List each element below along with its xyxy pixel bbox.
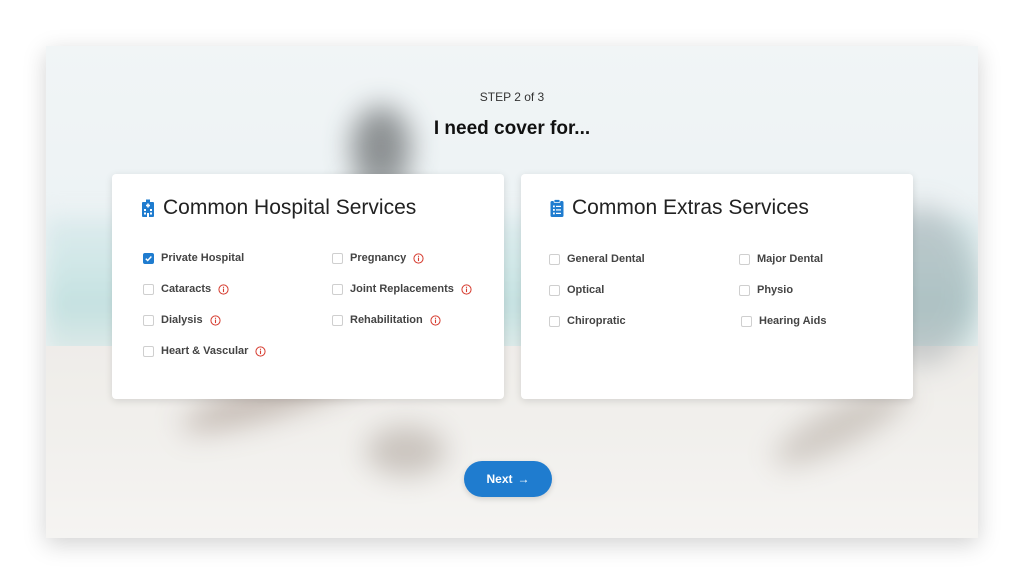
option-label: Pregnancy	[350, 252, 407, 264]
option-private-hospital[interactable]: Private Hospital	[143, 252, 244, 264]
option-joint-replacements[interactable]: Joint Replacements	[332, 283, 472, 295]
option-heart-vascular[interactable]: Heart & Vascular	[143, 345, 267, 357]
checkbox-dialysis[interactable]	[143, 314, 154, 326]
arrow-right-icon: →	[517, 472, 530, 486]
hospital-services-card: Common Hospital Services Private Hospita…	[112, 174, 504, 399]
option-optical[interactable]: Optical	[549, 284, 604, 296]
info-circle-icon[interactable]	[210, 314, 221, 326]
info-circle-icon[interactable]	[461, 283, 472, 295]
checkbox-hearing-aids[interactable]	[741, 315, 752, 327]
hospital-card-title-text: Common Hospital Services	[163, 196, 417, 219]
option-physio[interactable]: Physio	[739, 284, 793, 296]
option-major-dental[interactable]: Major Dental	[739, 253, 823, 265]
option-dialysis[interactable]: Dialysis	[143, 314, 221, 326]
extras-card-title-text: Common Extras Services	[572, 196, 809, 219]
checkbox-major-dental[interactable]	[739, 253, 750, 265]
info-circle-icon[interactable]	[430, 314, 441, 326]
checkbox-optical[interactable]	[549, 284, 560, 296]
option-label: Optical	[567, 284, 605, 296]
info-circle-icon[interactable]	[413, 252, 424, 264]
checkbox-chiropratic[interactable]	[549, 315, 560, 327]
checkbox-rehabilitation[interactable]	[332, 314, 343, 326]
option-label: Hearing Aids	[759, 315, 827, 327]
check-icon	[145, 255, 152, 262]
info-circle-icon[interactable]	[218, 283, 229, 295]
option-cataracts[interactable]: Cataracts	[143, 283, 229, 295]
next-button[interactable]: Next →	[464, 461, 552, 497]
checkbox-physio[interactable]	[739, 284, 750, 296]
checkbox-joint-replacements[interactable]	[332, 283, 343, 295]
hospital-card-title: Common Hospital Services	[139, 196, 416, 220]
checkbox-pregnancy[interactable]	[332, 252, 343, 264]
option-label: Joint Replacements	[350, 283, 454, 295]
checkbox-heart-vascular[interactable]	[143, 345, 154, 357]
option-label: Dialysis	[161, 314, 203, 326]
option-label: Chiropratic	[567, 315, 626, 327]
step-indicator: STEP 2 of 3	[479, 90, 545, 104]
info-circle-icon[interactable]	[255, 345, 267, 357]
extras-card-title: Common Extras Services	[548, 196, 809, 220]
option-label: Rehabilitation	[350, 314, 423, 326]
checkbox-private-hospital[interactable]	[143, 252, 154, 264]
option-hearing-aids[interactable]: Hearing Aids	[741, 315, 826, 327]
option-rehabilitation[interactable]: Rehabilitation	[332, 314, 441, 326]
hero-frame: STEP 2 of 3 I need cover for... Common H…	[46, 46, 978, 538]
next-button-label: Next	[486, 472, 513, 486]
extras-services-card: Common Extras Services General Dental Ma…	[521, 174, 913, 399]
option-general-dental[interactable]: General Dental	[549, 253, 645, 265]
checkbox-general-dental[interactable]	[549, 253, 560, 265]
clipboard-list-icon	[548, 199, 566, 217]
option-label: Private Hospital	[161, 252, 245, 264]
page-title: I need cover for...	[433, 118, 591, 139]
option-label: Cataracts	[161, 283, 212, 295]
option-label: General Dental	[567, 253, 645, 265]
checkbox-cataracts[interactable]	[143, 283, 154, 295]
option-chiropratic[interactable]: Chiropratic	[549, 315, 626, 327]
option-label: Physio	[757, 284, 794, 296]
option-pregnancy[interactable]: Pregnancy	[332, 252, 424, 264]
option-label: Major Dental	[757, 253, 824, 265]
option-label: Heart & Vascular	[161, 345, 249, 357]
hospital-building-icon	[139, 199, 157, 217]
